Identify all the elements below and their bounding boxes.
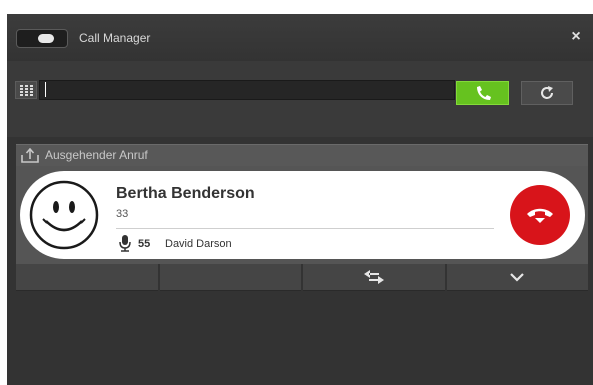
transfer-icon xyxy=(363,270,384,284)
phone-call-icon xyxy=(477,86,491,100)
close-icon[interactable]: × xyxy=(569,28,583,46)
line-name: David Darson xyxy=(165,238,232,250)
keypad-button[interactable] xyxy=(15,81,37,99)
toggle-knob xyxy=(38,34,54,43)
hangup-button[interactable] xyxy=(510,185,570,245)
call-action-row xyxy=(16,264,588,291)
keypad-icon xyxy=(20,85,33,96)
call-card-area: Bertha Benderson 33 55 David Darson xyxy=(16,166,588,264)
dial-call-button[interactable] xyxy=(456,81,509,105)
hangup-icon xyxy=(527,208,553,223)
more-options-button[interactable] xyxy=(446,264,588,291)
dial-bar xyxy=(7,61,593,137)
transfer-button[interactable] xyxy=(303,264,445,291)
dial-number-input[interactable] xyxy=(39,80,455,100)
section-label: Ausgehender Anruf xyxy=(45,148,148,162)
empty-panel xyxy=(7,292,593,385)
window-title: Call Manager xyxy=(79,31,151,45)
chevron-down-icon xyxy=(510,273,525,282)
caller-name: Bertha Benderson xyxy=(116,185,255,202)
caller-number: 33 xyxy=(116,208,129,220)
microphone-icon xyxy=(119,235,131,252)
title-bar: Call Manager × xyxy=(7,14,593,62)
text-caret xyxy=(45,82,46,97)
call-card: Bertha Benderson 33 55 David Darson xyxy=(20,171,585,259)
line-number: 55 xyxy=(138,238,151,250)
toggle-switch-icon[interactable] xyxy=(16,29,68,48)
smiley-icon xyxy=(29,180,99,250)
action-button-2[interactable] xyxy=(159,264,301,291)
outgoing-call-icon xyxy=(21,148,39,163)
refresh-button[interactable] xyxy=(521,81,573,105)
action-button-1[interactable] xyxy=(16,264,158,291)
refresh-icon xyxy=(541,86,553,99)
card-divider xyxy=(116,228,494,229)
outgoing-call-header: Ausgehender Anruf xyxy=(16,144,588,166)
call-manager-window: Call Manager × Ausgehender Anruf Bertha … xyxy=(7,14,593,385)
